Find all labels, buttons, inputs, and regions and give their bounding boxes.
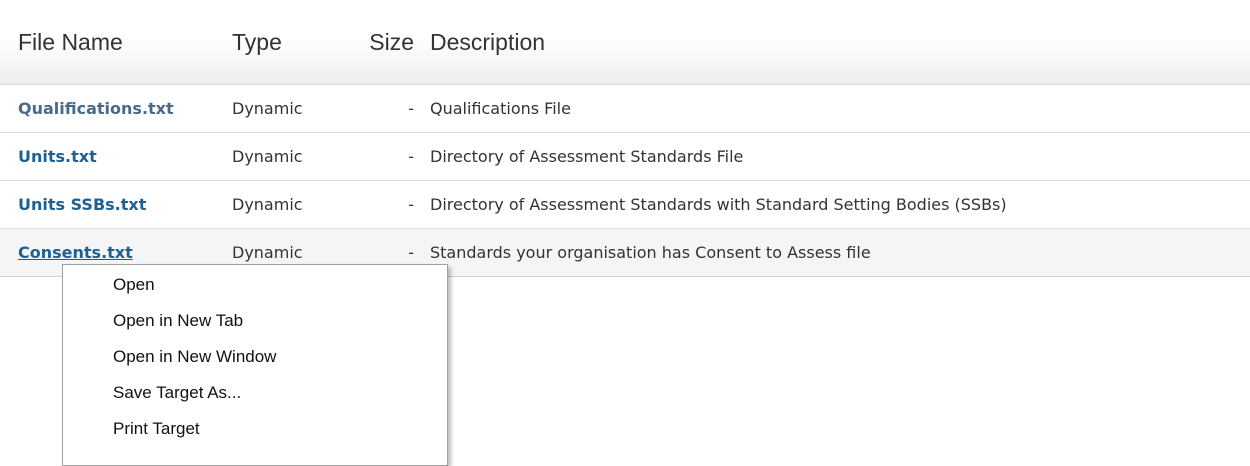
table-header-row: File Name Type Size Description	[0, 0, 1250, 85]
menu-item-open-new-tab[interactable]: Open in New Tab	[63, 303, 447, 339]
file-description-cell: Directory of Assessment Standards File	[430, 132, 1250, 181]
file-type-cell: Dynamic	[232, 132, 344, 181]
table-row: Units SSBs.txt Dynamic - Directory of As…	[0, 180, 1250, 229]
file-size-cell: -	[344, 132, 430, 181]
file-name-cell: Qualifications.txt	[0, 84, 232, 133]
file-description-cell: Directory of Assessment Standards with S…	[430, 180, 1250, 229]
file-size-cell: -	[344, 180, 430, 229]
header-size[interactable]: Size	[344, 0, 430, 85]
menu-item-print-target[interactable]: Print Target	[63, 411, 447, 447]
menu-item-open[interactable]: Open	[63, 267, 447, 303]
header-file-name[interactable]: File Name	[0, 0, 232, 85]
file-name-cell: Units.txt	[0, 132, 232, 181]
file-name-cell: Units SSBs.txt	[0, 180, 232, 229]
context-menu: Open Open in New Tab Open in New Window …	[62, 264, 448, 466]
menu-item-open-new-window[interactable]: Open in New Window	[63, 339, 447, 375]
table-row: Units.txt Dynamic - Directory of Assessm…	[0, 132, 1250, 181]
menu-item-save-target-as[interactable]: Save Target As...	[63, 375, 447, 411]
file-link-consents[interactable]: Consents.txt	[18, 243, 133, 262]
file-link-units-ssbs[interactable]: Units SSBs.txt	[18, 195, 146, 214]
header-type[interactable]: Type	[232, 0, 344, 85]
file-description-cell: Standards your organisation has Consent …	[430, 228, 1250, 277]
header-description[interactable]: Description	[430, 0, 1250, 85]
file-link-units[interactable]: Units.txt	[18, 147, 97, 166]
file-type-cell: Dynamic	[232, 180, 344, 229]
table-row: Qualifications.txt Dynamic - Qualificati…	[0, 84, 1250, 133]
file-size-cell: -	[344, 84, 430, 133]
file-description-cell: Qualifications File	[430, 84, 1250, 133]
files-table: File Name Type Size Description Qualific…	[0, 0, 1250, 277]
file-link-qualifications[interactable]: Qualifications.txt	[18, 99, 174, 118]
file-type-cell: Dynamic	[232, 84, 344, 133]
